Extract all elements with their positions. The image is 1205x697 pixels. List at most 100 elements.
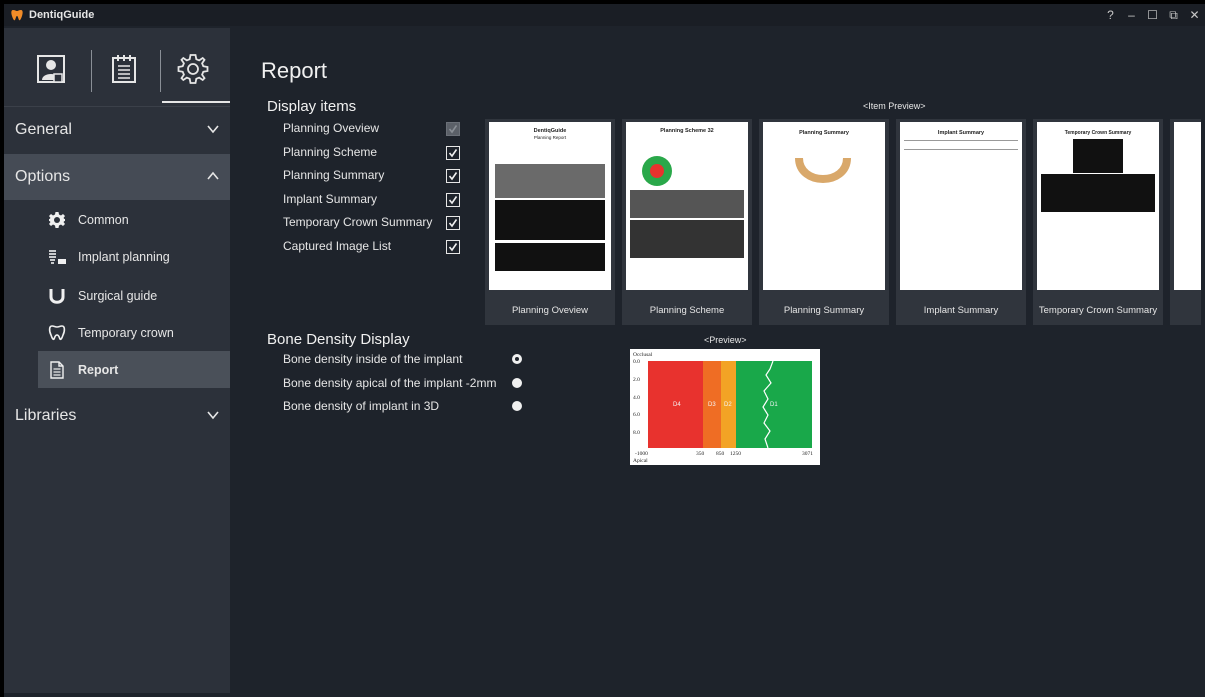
gear-icon[interactable] (176, 52, 210, 86)
nav-section-label: General (15, 120, 72, 138)
close-button[interactable]: ✕ (1184, 8, 1205, 22)
sidebar-item-label: Common (78, 212, 129, 227)
chevron-up-icon (207, 171, 219, 180)
user-profile-icon[interactable] (34, 52, 68, 86)
display-item-label: Implant Summary (283, 192, 378, 206)
sidebar-item-implant-planning[interactable]: Implant planning (38, 238, 230, 275)
radio-label: Bone density inside of the implant (283, 352, 463, 366)
sidebar-top-icons (4, 28, 230, 112)
planning-scheme-checkbox[interactable] (446, 146, 460, 160)
sidebar-item-common[interactable]: Common (38, 201, 230, 238)
radio-row: Bone density apical of the implant -2mm (283, 374, 496, 392)
app-logo-icon (11, 10, 23, 21)
thumbnail-caption: Implant Summary (923, 305, 999, 316)
chevron-down-icon (207, 411, 219, 420)
report-page-preview (1174, 122, 1201, 290)
sidebar-item-surgical-guide[interactable]: Surgical guide (38, 277, 230, 314)
sidebar-item-label: Implant planning (78, 249, 170, 264)
divider (160, 50, 161, 92)
display-item-row: Implant Summary (283, 189, 463, 209)
temporary-crown-summary-checkbox[interactable] (446, 216, 460, 230)
page-heading: Planning Scheme 32 (660, 128, 714, 134)
x-tick: 1250 (730, 451, 741, 457)
zone-label-d2: D2 (724, 402, 732, 408)
page-heading: Planning Summary (799, 130, 849, 136)
sidebar-item-temporary-crown[interactable]: Temporary crown (38, 314, 230, 351)
page-heading: Implant Summary (937, 130, 985, 136)
preview-thumbnail[interactable]: Planning Scheme 32 Planning Scheme (622, 119, 752, 325)
restore-button[interactable]: ⧉ (1163, 8, 1184, 23)
zone-label-d4: D4 (673, 402, 681, 408)
display-item-row: Temporary Crown Summary (283, 212, 463, 232)
y-tick: 6.0 (633, 412, 640, 418)
y-tick: 0.0 (633, 359, 640, 365)
thumbnail-caption: Planning Scheme (649, 305, 725, 316)
maximize-button[interactable]: ☐ (1142, 8, 1163, 22)
display-items-title: Display items (267, 98, 357, 115)
display-item-row: Captured Image List (283, 236, 463, 256)
page-heading: DentiqGuide (533, 128, 567, 134)
bone-density-3d-radio[interactable] (512, 401, 522, 411)
preview-thumbnail-partial[interactable] (1170, 119, 1201, 325)
report-icon (46, 359, 68, 381)
planning-summary-checkbox[interactable] (446, 169, 460, 183)
sidebar-item-label: Temporary crown (78, 325, 174, 340)
zone-label-d3: D3 (708, 402, 716, 408)
xray-image (495, 200, 605, 240)
report-page-preview: Planning Scheme 32 (626, 122, 748, 290)
bone-density-title: Bone Density Display (267, 331, 410, 348)
bone-density-apical-radio[interactable] (512, 378, 522, 388)
arch-model-icon (795, 157, 851, 183)
surgical-guide-icon (46, 285, 68, 307)
window-controls: ? – ☐ ⧉ ✕ (1100, 4, 1205, 26)
thumbnail-caption: Temporary Crown Summary (1038, 305, 1158, 316)
nav-section-label: Libraries (15, 407, 77, 424)
sidebar: General Options Common Implant planning … (4, 28, 230, 693)
display-item-label: Captured Image List (283, 239, 392, 253)
page-subheading: Planning Report (533, 135, 567, 140)
crown-icon (46, 322, 68, 344)
preview-thumbnail[interactable]: DentiqGuide Planning Report Planning Ove… (485, 119, 615, 325)
minimize-button[interactable]: – (1121, 8, 1142, 22)
x-tick: 850 (716, 451, 725, 457)
sidebar-item-report[interactable]: Report (38, 351, 230, 388)
bone-density-inside-radio[interactable] (512, 354, 522, 364)
y-tick: 2.0 (633, 377, 640, 383)
sidebar-item-label: Surgical guide (78, 288, 158, 303)
implant-summary-checkbox[interactable] (446, 193, 460, 207)
table-preview (904, 140, 1018, 150)
thumbnail-caption: Planning Oveview (511, 305, 589, 316)
radio-label: Bone density apical of the implant -2mm (283, 376, 497, 390)
preview-thumbnail[interactable]: Implant Summary Implant Summary (896, 119, 1026, 325)
preview-label: <Preview> (704, 335, 747, 345)
chevron-down-icon (207, 125, 219, 134)
x-tick: 350 (696, 451, 705, 457)
bone-density-chart-svg: D4 D3 D2 D1 Occlusal 0.0 2.0 4.0 6.0 8.0… (633, 352, 813, 464)
display-item-row: Planning Scheme (283, 142, 463, 162)
nav-section-general[interactable]: General (4, 106, 230, 152)
help-button[interactable]: ? (1100, 8, 1121, 22)
occlusal-label: Occlusal (633, 352, 653, 358)
3d-image (1041, 174, 1155, 212)
planning-overview-checkbox[interactable] (446, 122, 460, 136)
display-item-label: Temporary Crown Summary (283, 215, 433, 229)
report-page-preview: Temporary Crown Summary (1037, 122, 1159, 290)
calendar-icon[interactable] (107, 52, 141, 86)
preview-thumbnail[interactable]: Temporary Crown Summary Temporary Crown … (1033, 119, 1163, 325)
radio-row: Bone density of implant in 3D (283, 397, 439, 415)
title-bar: DentiqGuide ? – ☐ ⧉ ✕ (4, 4, 1205, 26)
nav-section-label: Options (15, 168, 71, 185)
radio-label: Bone density of implant in 3D (283, 399, 440, 413)
captured-image-list-checkbox[interactable] (446, 240, 460, 254)
page-heading: Temporary Crown Summary (1064, 130, 1132, 136)
report-page-preview: DentiqGuide Planning Report (489, 122, 611, 290)
nav-section-libraries[interactable]: Libraries (4, 393, 230, 439)
main-panel: Report Display items Planning Oveview Pl… (230, 28, 1201, 693)
thumbnail-caption: Planning Summary (783, 305, 865, 316)
xray-image (630, 190, 744, 218)
report-page-preview: Planning Summary (763, 122, 885, 290)
y-tick: 8.0 (633, 430, 640, 436)
radio-row: Bone density inside of the implant (283, 350, 462, 368)
nav-section-options[interactable]: Options (4, 154, 230, 200)
preview-thumbnail[interactable]: Planning Summary Planning Summary (759, 119, 889, 325)
